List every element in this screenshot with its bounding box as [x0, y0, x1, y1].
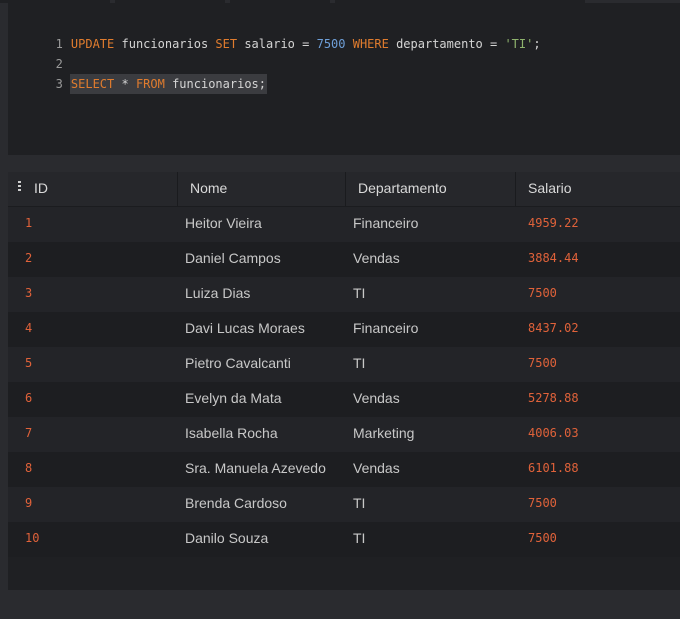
code-token: SET [215, 37, 238, 51]
cell-salario[interactable]: 7500 [528, 522, 557, 557]
column-header-salario[interactable]: Salario [515, 172, 680, 206]
cell-nome[interactable]: Heitor Vieira [185, 207, 262, 242]
cell-id[interactable]: 8 [25, 452, 32, 487]
code-token: ; [533, 37, 541, 51]
cell-salario[interactable]: 8437.02 [528, 312, 579, 347]
code-text-selected[interactable]: SELECT * FROM funcionarios; [69, 74, 268, 94]
cell-id[interactable]: 3 [25, 277, 32, 312]
table-row[interactable]: 6 Evelyn da Mata Vendas 5278.88 [8, 382, 680, 417]
code-line[interactable]: 3 SELECT * FROM funcionarios; [8, 54, 268, 94]
table-row[interactable]: 8 Sra. Manuela Azevedo Vendas 6101.88 [8, 452, 680, 487]
cell-id[interactable]: 2 [25, 242, 32, 277]
code-token: * [114, 77, 136, 91]
cell-id[interactable]: 4 [25, 312, 32, 347]
table-row[interactable]: 1 Heitor Vieira Financeiro 4959.22 [8, 207, 680, 242]
code-token: 7500 [316, 37, 346, 51]
code-token: funcionarios; [164, 77, 267, 91]
cell-id[interactable]: 7 [25, 417, 32, 452]
code-token: 'TI' [504, 37, 534, 51]
code-token: FROM [135, 77, 165, 91]
cell-departamento[interactable]: TI [353, 277, 365, 312]
cell-salario[interactable]: 4959.22 [528, 207, 579, 242]
table-row[interactable]: 9 Brenda Cardoso TI 7500 [8, 487, 680, 522]
code-token: SELECT [70, 77, 115, 91]
cell-departamento[interactable]: TI [353, 522, 365, 557]
cell-nome[interactable]: Luiza Dias [185, 277, 250, 312]
cell-salario[interactable]: 7500 [528, 277, 557, 312]
code-token: funcionarios [114, 37, 216, 51]
cell-nome[interactable]: Brenda Cardoso [185, 487, 287, 522]
code-line[interactable]: 1 UPDATE funcionarios SET salario = 7500 … [8, 14, 542, 51]
column-header-departamento[interactable]: Departamento [345, 172, 515, 206]
column-header-id[interactable]: ID [8, 172, 177, 206]
cell-nome[interactable]: Danilo Souza [185, 522, 268, 557]
line-number: 3 [55, 77, 63, 91]
code-token: departamento = [388, 37, 505, 51]
cell-salario[interactable]: 3884.44 [528, 242, 579, 277]
cell-salario[interactable]: 4006.03 [528, 417, 579, 452]
cell-id[interactable]: 10 [25, 522, 39, 557]
table-row[interactable]: 7 Isabella Rocha Marketing 4006.03 [8, 417, 680, 452]
cell-nome[interactable]: Isabella Rocha [185, 417, 278, 452]
cell-departamento[interactable]: TI [353, 487, 365, 522]
table-row[interactable]: 2 Daniel Campos Vendas 3884.44 [8, 242, 680, 277]
cell-nome[interactable]: Evelyn da Mata [185, 382, 282, 417]
table-header: ID Nome Departamento Salario [8, 172, 680, 207]
cell-departamento[interactable]: Vendas [353, 242, 400, 277]
cell-departamento[interactable]: Financeiro [353, 207, 418, 242]
grip-icon[interactable] [18, 181, 21, 191]
cell-id[interactable]: 6 [25, 382, 32, 417]
table-row[interactable]: 3 Luiza Dias TI 7500 [8, 277, 680, 312]
table-row[interactable]: 5 Pietro Cavalcanti TI 7500 [8, 347, 680, 382]
cell-departamento[interactable]: Marketing [353, 417, 414, 452]
code-token: WHERE [352, 37, 389, 51]
results-grid: ID Nome Departamento Salario 1 Heitor Vie… [8, 172, 680, 590]
cell-id[interactable]: 1 [25, 207, 32, 242]
column-header-nome[interactable]: Nome [177, 172, 345, 206]
cell-nome[interactable]: Sra. Manuela Azevedo [185, 452, 326, 487]
cell-salario[interactable]: 7500 [528, 487, 557, 522]
table-row[interactable]: 10 Danilo Souza TI 7500 [8, 522, 680, 557]
code-token: salario = [237, 37, 317, 51]
cell-departamento[interactable]: Vendas [353, 382, 400, 417]
cell-salario[interactable]: 7500 [528, 347, 557, 382]
code-line[interactable]: 2 [8, 34, 72, 71]
code-text[interactable]: UPDATE funcionarios SET salario = 7500 W… [70, 34, 542, 54]
code-token: UPDATE [70, 37, 115, 51]
cell-id[interactable]: 5 [25, 347, 32, 382]
cell-salario[interactable]: 5278.88 [528, 382, 579, 417]
cell-departamento[interactable]: Vendas [353, 452, 400, 487]
cell-salario[interactable]: 6101.88 [528, 452, 579, 487]
sql-editor[interactable]: 1 UPDATE funcionarios SET salario = 7500 … [8, 3, 680, 155]
cell-departamento[interactable]: Financeiro [353, 312, 418, 347]
cell-departamento[interactable]: TI [353, 347, 365, 382]
table-row[interactable]: 4 Davi Lucas Moraes Financeiro 8437.02 [8, 312, 680, 347]
cell-nome[interactable]: Daniel Campos [185, 242, 281, 277]
cell-nome[interactable]: Pietro Cavalcanti [185, 347, 291, 382]
cell-nome[interactable]: Davi Lucas Moraes [185, 312, 305, 347]
cell-id[interactable]: 9 [25, 487, 32, 522]
